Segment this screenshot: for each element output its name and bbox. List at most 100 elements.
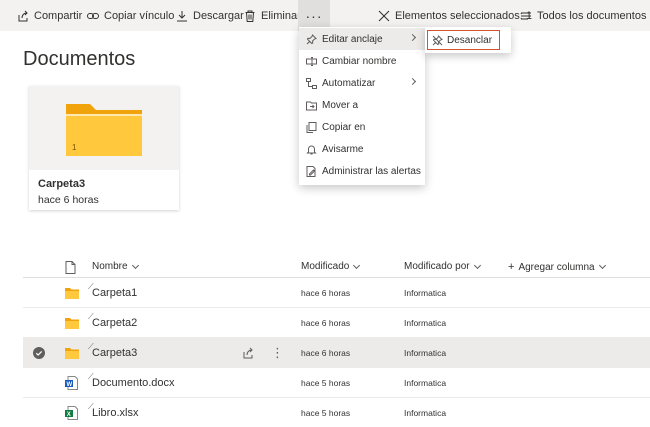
add-column-header[interactable]: + Agregar columna — [508, 261, 606, 273]
download-label: Descargar — [193, 9, 244, 22]
vertical-ellipsis-icon: ⋮ — [271, 345, 284, 360]
link-icon — [87, 12, 99, 19]
menu-item-rename[interactable]: Cambiar nombre — [299, 50, 425, 72]
view-selector[interactable]: Todos los documentos — [520, 0, 650, 31]
row-modified: hace 5 horas — [301, 378, 351, 388]
word-document-icon: W — [65, 376, 78, 390]
tile-item-count: 1 — [72, 143, 77, 152]
plus-icon: + — [508, 261, 515, 273]
table-row[interactable]: X ⟋ Libro.xlsx hace 5 horas Informatica — [23, 398, 650, 427]
close-icon — [378, 10, 390, 21]
share-icon — [243, 347, 253, 359]
row-modified: hace 6 horas — [301, 318, 351, 328]
chevron-right-icon — [408, 33, 417, 42]
row-modified-by: Informatica — [404, 348, 447, 358]
document-icon — [65, 261, 76, 274]
checkmark-circle-icon — [33, 347, 45, 359]
menu-item-alert-me[interactable]: Avisarme — [299, 138, 425, 160]
bell-icon — [306, 145, 317, 154]
folder-icon — [65, 347, 79, 359]
more-actions-menu: Editar anclaje Cambiar nombre Automatiza… — [299, 27, 425, 185]
folder-tile[interactable]: 1 Carpeta3 hace 6 horas — [29, 86, 179, 210]
move-icon — [306, 101, 317, 110]
folder-icon — [65, 317, 79, 329]
row-name[interactable]: Documento.docx — [92, 368, 175, 398]
more-icon: ··· — [305, 7, 323, 24]
tile-date: hace 6 horas — [38, 194, 99, 206]
share-icon — [18, 10, 28, 21]
row-name[interactable]: Libro.xlsx — [92, 398, 138, 427]
flow-icon — [306, 77, 317, 89]
rename-icon — [306, 56, 317, 66]
trash-icon — [245, 10, 255, 22]
download-icon — [177, 10, 187, 21]
tile-name: Carpeta3 — [38, 178, 86, 190]
name-column-label: Nombre — [92, 261, 128, 272]
view-label: Todos los documentos — [537, 9, 647, 22]
list-view-icon — [521, 12, 531, 19]
table-row[interactable]: W ⟋ Documento.docx hace 5 horas Informat… — [23, 368, 650, 398]
name-column-header[interactable]: Nombre — [92, 261, 139, 272]
excel-workbook-icon: X — [65, 406, 78, 420]
folder-icon: 1 — [66, 104, 142, 156]
row-modified: hace 6 horas — [301, 348, 351, 358]
row-modified-by: Informatica — [404, 378, 447, 388]
svg-text:X: X — [67, 412, 71, 418]
delete-button[interactable]: Eliminar — [244, 0, 301, 31]
list-header: Nombre Modificado Modificado por + Agreg… — [23, 255, 650, 278]
copy-link-label: Copiar vínculo — [104, 9, 175, 22]
row-more-button[interactable]: ⋮ — [271, 338, 284, 368]
row-checkbox[interactable] — [33, 338, 45, 368]
table-row[interactable]: ⟋ Carpeta1 hace 6 horas Informatica — [23, 278, 650, 308]
menu-item-label: Copiar en — [322, 121, 366, 133]
row-name[interactable]: Carpeta2 — [92, 308, 137, 338]
chevron-right-icon — [408, 77, 417, 86]
tile-thumbnail: 1 — [29, 86, 179, 170]
chevron-down-icon — [131, 261, 139, 269]
pin-icon — [306, 33, 317, 44]
menu-item-edit-pin[interactable]: Editar anclaje — [299, 28, 425, 50]
table-row-selected[interactable]: ⟋ Carpeta3 ⋮ hace 6 horas Informatica — [23, 338, 650, 368]
unpin-label: Desanclar — [447, 34, 493, 46]
download-button[interactable]: Descargar — [176, 0, 244, 31]
menu-item-copy-to[interactable]: Copiar en — [299, 116, 425, 138]
modified-column-label: Modificado — [301, 261, 350, 272]
copy-icon — [306, 121, 317, 133]
chevron-down-icon — [473, 261, 481, 269]
file-type-header[interactable] — [65, 261, 76, 274]
menu-item-label: Administrar las alertas — [322, 165, 421, 177]
add-column-label: Agregar columna — [518, 261, 595, 273]
row-modified: hace 5 horas — [301, 408, 351, 418]
modified-by-column-header[interactable]: Modificado por — [404, 261, 481, 272]
row-modified: hace 6 horas — [301, 288, 351, 298]
page-title: Documentos — [23, 48, 136, 70]
modified-by-column-label: Modificado por — [404, 261, 470, 272]
pin-submenu: Desanclar — [425, 27, 511, 53]
menu-item-move-to[interactable]: Mover a — [299, 94, 425, 116]
menu-item-label: Automatizar — [322, 77, 376, 89]
chevron-down-icon — [598, 261, 606, 270]
row-name[interactable]: Carpeta3 — [92, 338, 137, 368]
table-row[interactable]: ⟋ Carpeta2 hace 6 horas Informatica — [23, 308, 650, 338]
row-share-button[interactable] — [242, 338, 254, 368]
share-button[interactable]: Compartir — [17, 0, 82, 31]
selected-count-label: Elementos seleccionados: 1 — [395, 9, 532, 22]
menu-item-label: Editar anclaje — [322, 33, 383, 45]
chevron-down-icon — [353, 261, 361, 269]
folder-icon — [65, 287, 79, 299]
manage-alerts-icon — [306, 165, 316, 177]
row-modified-by: Informatica — [404, 288, 447, 298]
copy-link-button[interactable]: Copiar vínculo — [87, 0, 174, 31]
menu-item-manage-alerts[interactable]: Administrar las alertas — [299, 160, 425, 182]
unpin-button[interactable]: Desanclar — [427, 30, 500, 50]
row-name[interactable]: Carpeta1 — [92, 278, 137, 308]
menu-item-label: Cambiar nombre — [322, 55, 397, 67]
row-modified-by: Informatica — [404, 408, 447, 418]
menu-item-label: Mover a — [322, 99, 359, 111]
modified-column-header[interactable]: Modificado — [301, 261, 361, 272]
delete-label: Eliminar — [261, 9, 301, 22]
menu-item-label: Avisarme — [322, 143, 364, 155]
menu-item-automate[interactable]: Automatizar — [299, 72, 425, 94]
share-label: Compartir — [34, 9, 83, 22]
row-modified-by: Informatica — [404, 318, 447, 328]
